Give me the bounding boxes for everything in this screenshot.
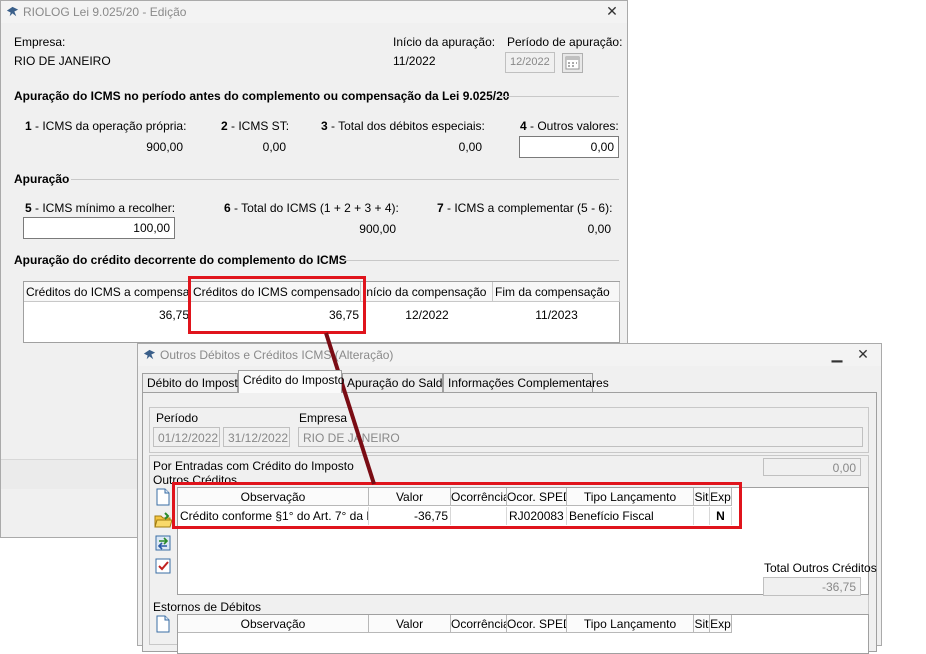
- tab-credito-imposto[interactable]: Crédito do Imposto: [238, 370, 344, 393]
- connector-arrow: [324, 332, 376, 485]
